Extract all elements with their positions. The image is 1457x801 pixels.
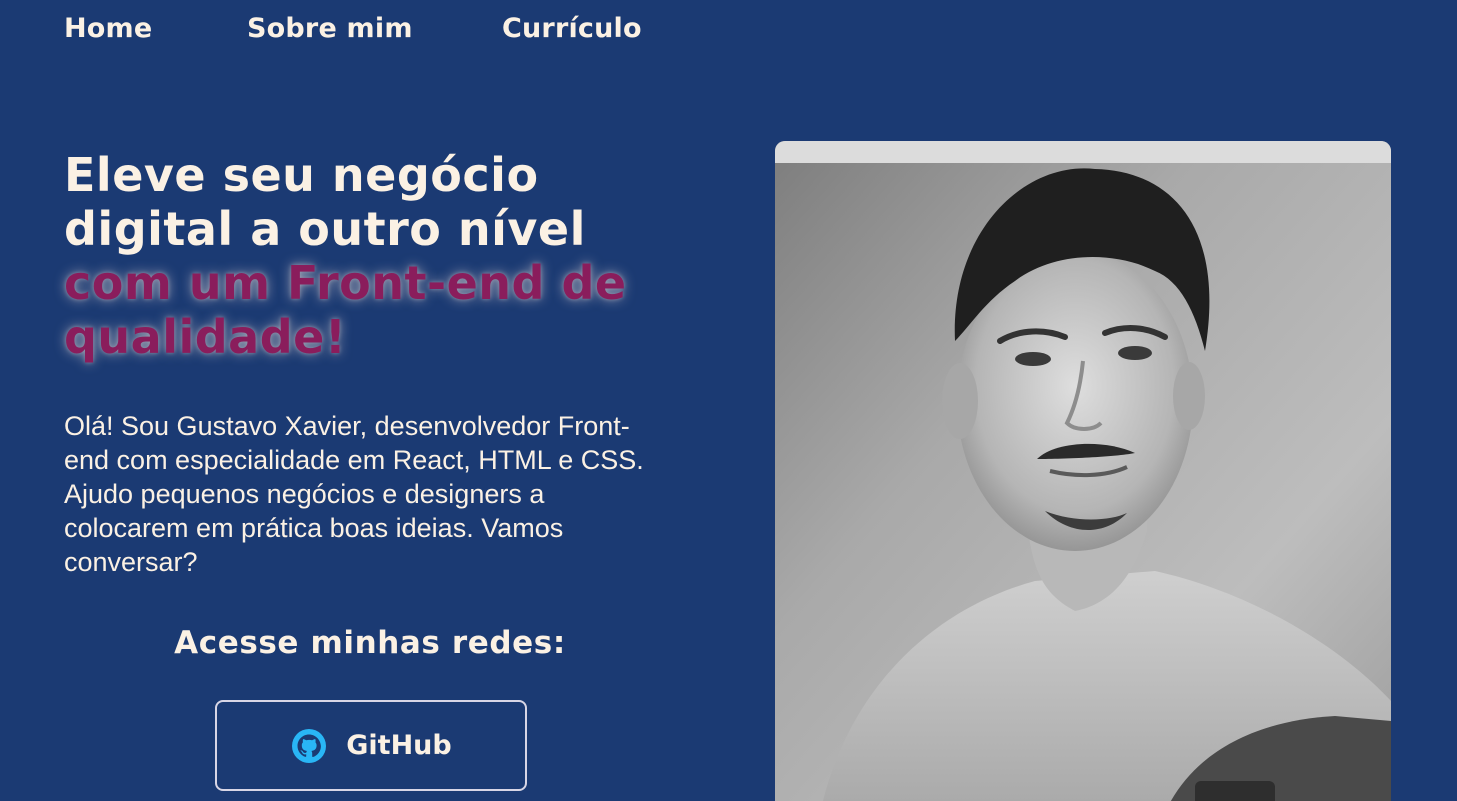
- nav-home-link[interactable]: Home: [64, 12, 247, 46]
- main-nav: Home Sobre mim Currículo: [64, 12, 702, 46]
- portfolio-page: Home Sobre mim Currículo Eleve seu negóc…: [0, 0, 1457, 801]
- nav-resume-link[interactable]: Currículo: [502, 12, 702, 46]
- headline-line-1: Eleve seu negócio: [64, 148, 539, 202]
- networks-title: Acesse minhas redes:: [174, 625, 566, 661]
- hero-section: Eleve seu negócio digital a outro nível …: [64, 148, 714, 364]
- intro-paragraph: Olá! Sou Gustavo Xavier, desenvolvedor F…: [64, 411, 644, 577]
- headline-accent-line-2: qualidade!: [64, 310, 347, 364]
- github-icon: [290, 727, 328, 765]
- headline-accent-line-1: com um Front-end de: [64, 256, 627, 310]
- nav-about-link[interactable]: Sobre mim: [247, 12, 502, 46]
- headline-line-2: digital a outro nível: [64, 202, 586, 256]
- github-button[interactable]: GitHub: [215, 700, 527, 791]
- hero-headline: Eleve seu negócio digital a outro nível …: [64, 148, 714, 364]
- github-label: GitHub: [346, 730, 452, 761]
- profile-photo: [775, 141, 1391, 801]
